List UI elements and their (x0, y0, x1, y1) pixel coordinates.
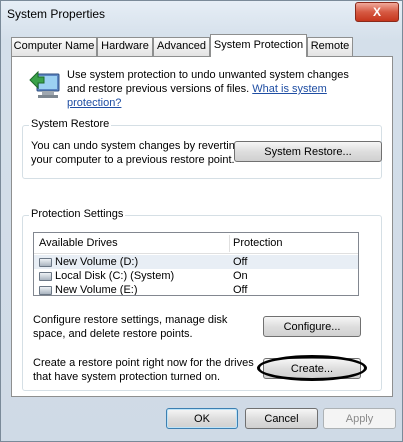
create-button[interactable]: Create... (263, 358, 361, 379)
system-restore-label: System Restore (29, 118, 112, 130)
close-icon: X (372, 5, 381, 19)
system-restore-group: System Restore You can undo system chang… (22, 118, 382, 179)
drive-row[interactable]: New Volume (D:) Off (34, 255, 358, 269)
drive-row[interactable]: New Volume (E:) Off (34, 283, 358, 296)
drive-protection: On (233, 270, 248, 282)
apply-button[interactable]: Apply (323, 408, 396, 429)
tab-remote[interactable]: Remote (307, 37, 353, 56)
protection-settings-label: Protection Settings (29, 208, 126, 220)
system-properties-window: System Properties X Computer Name Hardwa… (0, 0, 403, 442)
tab-advanced[interactable]: Advanced (153, 37, 210, 56)
configure-description: Configure restore settings, manage disk … (33, 314, 228, 340)
tab-system-protection[interactable]: System Protection (210, 34, 307, 57)
system-restore-button[interactable]: System Restore... (234, 141, 382, 162)
title-bar: System Properties X (1, 1, 402, 29)
window-title: System Properties (7, 7, 106, 21)
system-drive-icon (39, 272, 52, 281)
column-available-drives[interactable]: Available Drives (39, 237, 118, 249)
tab-computer-name[interactable]: Computer Name (11, 37, 97, 56)
drive-name: New Volume (E:) (55, 284, 138, 296)
drive-name: New Volume (D:) (55, 256, 139, 268)
system-protection-icon (29, 70, 60, 98)
system-restore-description: You can undo system changes by reverting… (31, 140, 241, 166)
tab-hardware[interactable]: Hardware (97, 37, 153, 56)
system-protection-panel: Use system protection to undo unwanted s… (11, 56, 393, 397)
ok-button[interactable]: OK (166, 408, 238, 429)
drives-list-header: Available Drives Protection (34, 233, 358, 254)
drive-protection: Off (233, 284, 248, 296)
drives-list: Available Drives Protection New Volume (… (33, 232, 359, 296)
create-description: Create a restore point right now for the… (33, 357, 254, 383)
cancel-button[interactable]: Cancel (245, 408, 318, 429)
drive-row[interactable]: Local Disk (C:) (System) On (34, 269, 358, 283)
close-button[interactable]: X (355, 2, 399, 22)
configure-button[interactable]: Configure... (263, 316, 361, 337)
hard-drive-icon (39, 258, 52, 267)
drive-name: Local Disk (C:) (System) (55, 270, 175, 282)
hard-drive-icon (39, 286, 52, 295)
system-protection-description: Use system protection to undo unwanted s… (67, 69, 349, 109)
column-protection[interactable]: Protection (233, 237, 283, 249)
drive-protection: Off (233, 256, 248, 268)
column-divider[interactable] (229, 235, 230, 252)
